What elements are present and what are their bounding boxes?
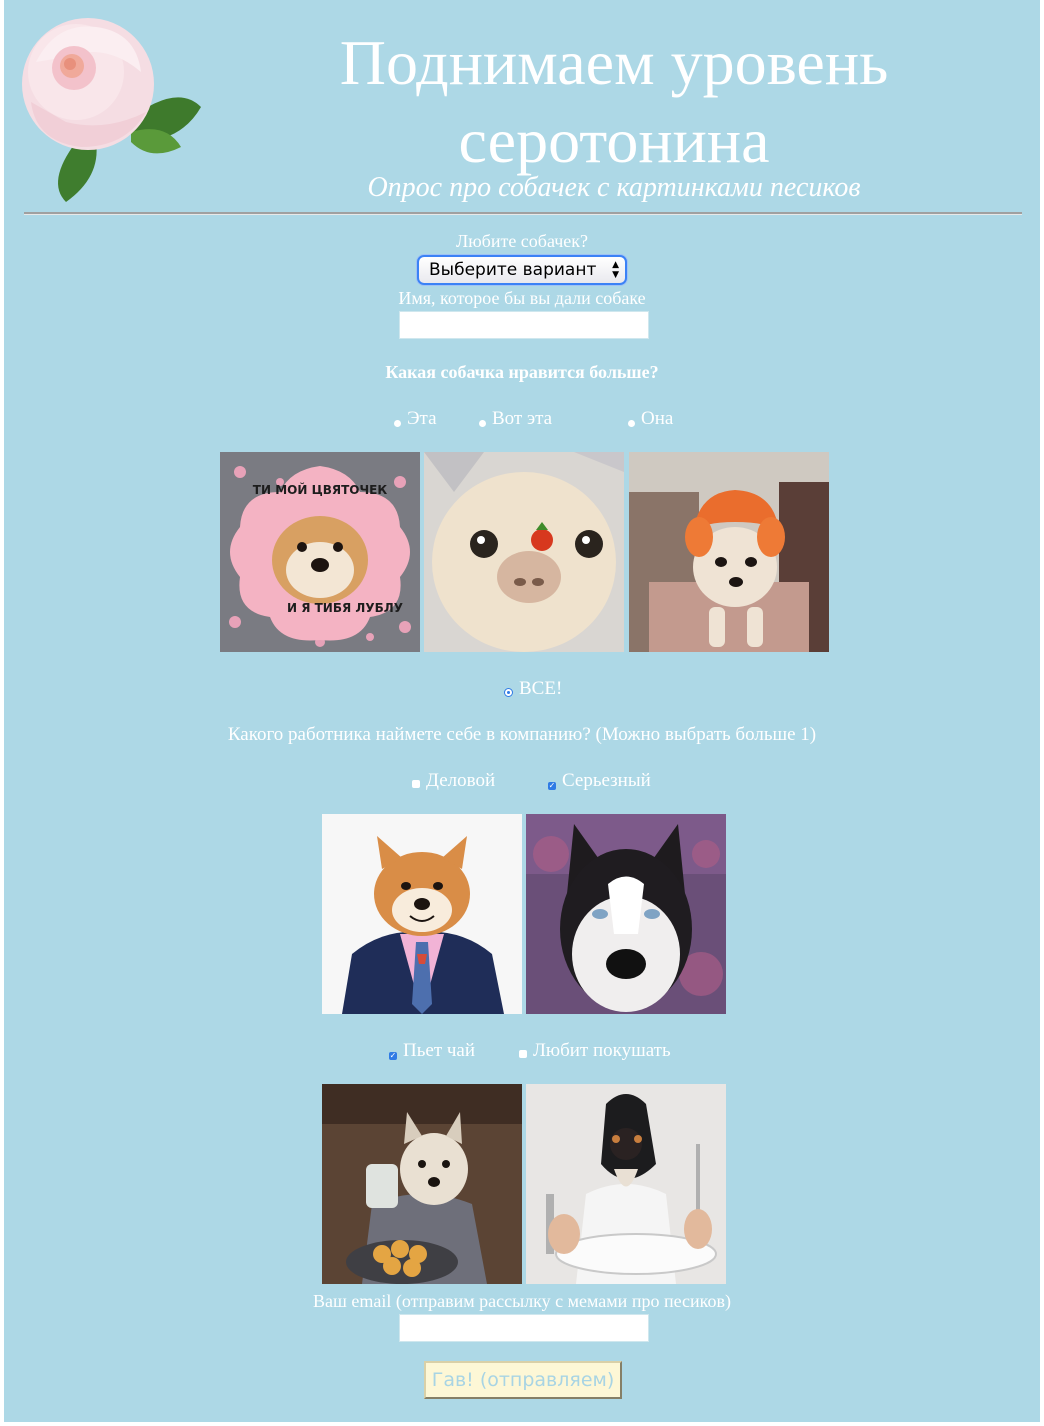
page-subtitle: Опрос про собачек с картинками песиков <box>367 172 861 203</box>
rose-image <box>22 18 201 202</box>
checkbox-option-3[interactable]: ✓ Пьет чай <box>389 1040 475 1062</box>
chihuahua-tomato-photo <box>424 452 624 652</box>
shiba-flower-photo: ТИ МОЙ ЦВЯТОЧЕК И Я ТИБЯ ЛУБЛУ <box>220 452 420 652</box>
page-title: Поднимаем уровень серотонина <box>339 27 889 176</box>
worker-question: Какого работника наймете себе в компанию… <box>227 724 817 745</box>
love-dogs-label: Любите собачек? <box>456 231 588 251</box>
checkbox-label: Серьезный <box>562 770 651 791</box>
checkbox-checked[interactable]: ✓ <box>389 1052 397 1060</box>
love-dogs-select[interactable]: Выберите вариант ▲ ▼ <box>417 255 627 285</box>
survey-page: Поднимаем уровень серотонина Опрос про с… <box>4 0 1040 1422</box>
love-dogs-select-value: Выберите вариант <box>429 260 597 280</box>
checkbox-option-2[interactable]: ✓ Серьезный <box>548 770 651 792</box>
radio-option-3[interactable]: Она <box>628 408 673 430</box>
chihuahua-tangerine-photo <box>629 452 829 652</box>
email-label: Ваш email (отправим рассылку с мемами пр… <box>313 1291 731 1311</box>
tea-dog-photo <box>322 1084 522 1284</box>
checkbox-checked[interactable]: ✓ <box>548 782 556 790</box>
dog-name-input[interactable] <box>399 311 649 339</box>
submit-button[interactable]: Гав! (отправляем) <box>424 1361 622 1399</box>
radio-option-1[interactable]: Эта <box>394 408 437 430</box>
radio-label: ВСЕ! <box>519 678 563 699</box>
radio-label: Вот эта <box>492 408 553 429</box>
header-divider <box>24 212 1022 215</box>
favorite-dog-question: Какая собачка нравится больше? <box>385 362 659 382</box>
checkbox-option-4[interactable]: Любит покушать <box>519 1040 671 1062</box>
radio-option-all[interactable]: ВСЕ! <box>504 678 562 700</box>
radio-label: Эта <box>407 408 437 429</box>
checkbox[interactable] <box>519 1050 527 1058</box>
radio-button[interactable] <box>628 420 635 427</box>
business-shiba-photo <box>322 814 522 1014</box>
meme-bottom-text: И Я ТИБЯ ЛУБЛУ <box>287 601 403 615</box>
radio-label: Она <box>641 408 674 429</box>
checkbox-label: Любит покушать <box>533 1040 671 1061</box>
select-arrows-icon: ▲ ▼ <box>612 260 619 280</box>
meme-top-text: ТИ МОЙ ЦВЯТОЧЕК <box>253 482 388 497</box>
checkbox[interactable] <box>412 780 420 788</box>
eating-dog-photo <box>526 1084 726 1284</box>
radio-button-selected[interactable] <box>504 688 513 697</box>
radio-option-2[interactable]: Вот эта <box>479 408 552 430</box>
checkbox-label: Деловой <box>426 770 496 791</box>
radio-button[interactable] <box>479 420 486 427</box>
email-input[interactable] <box>399 1314 649 1342</box>
dog-name-label: Имя, которое бы вы дали собаке <box>398 288 646 308</box>
checkbox-label: Пьет чай <box>403 1040 476 1061</box>
serious-husky-photo <box>526 814 726 1014</box>
radio-button[interactable] <box>394 420 401 427</box>
checkbox-option-1[interactable]: Деловой <box>412 770 495 792</box>
